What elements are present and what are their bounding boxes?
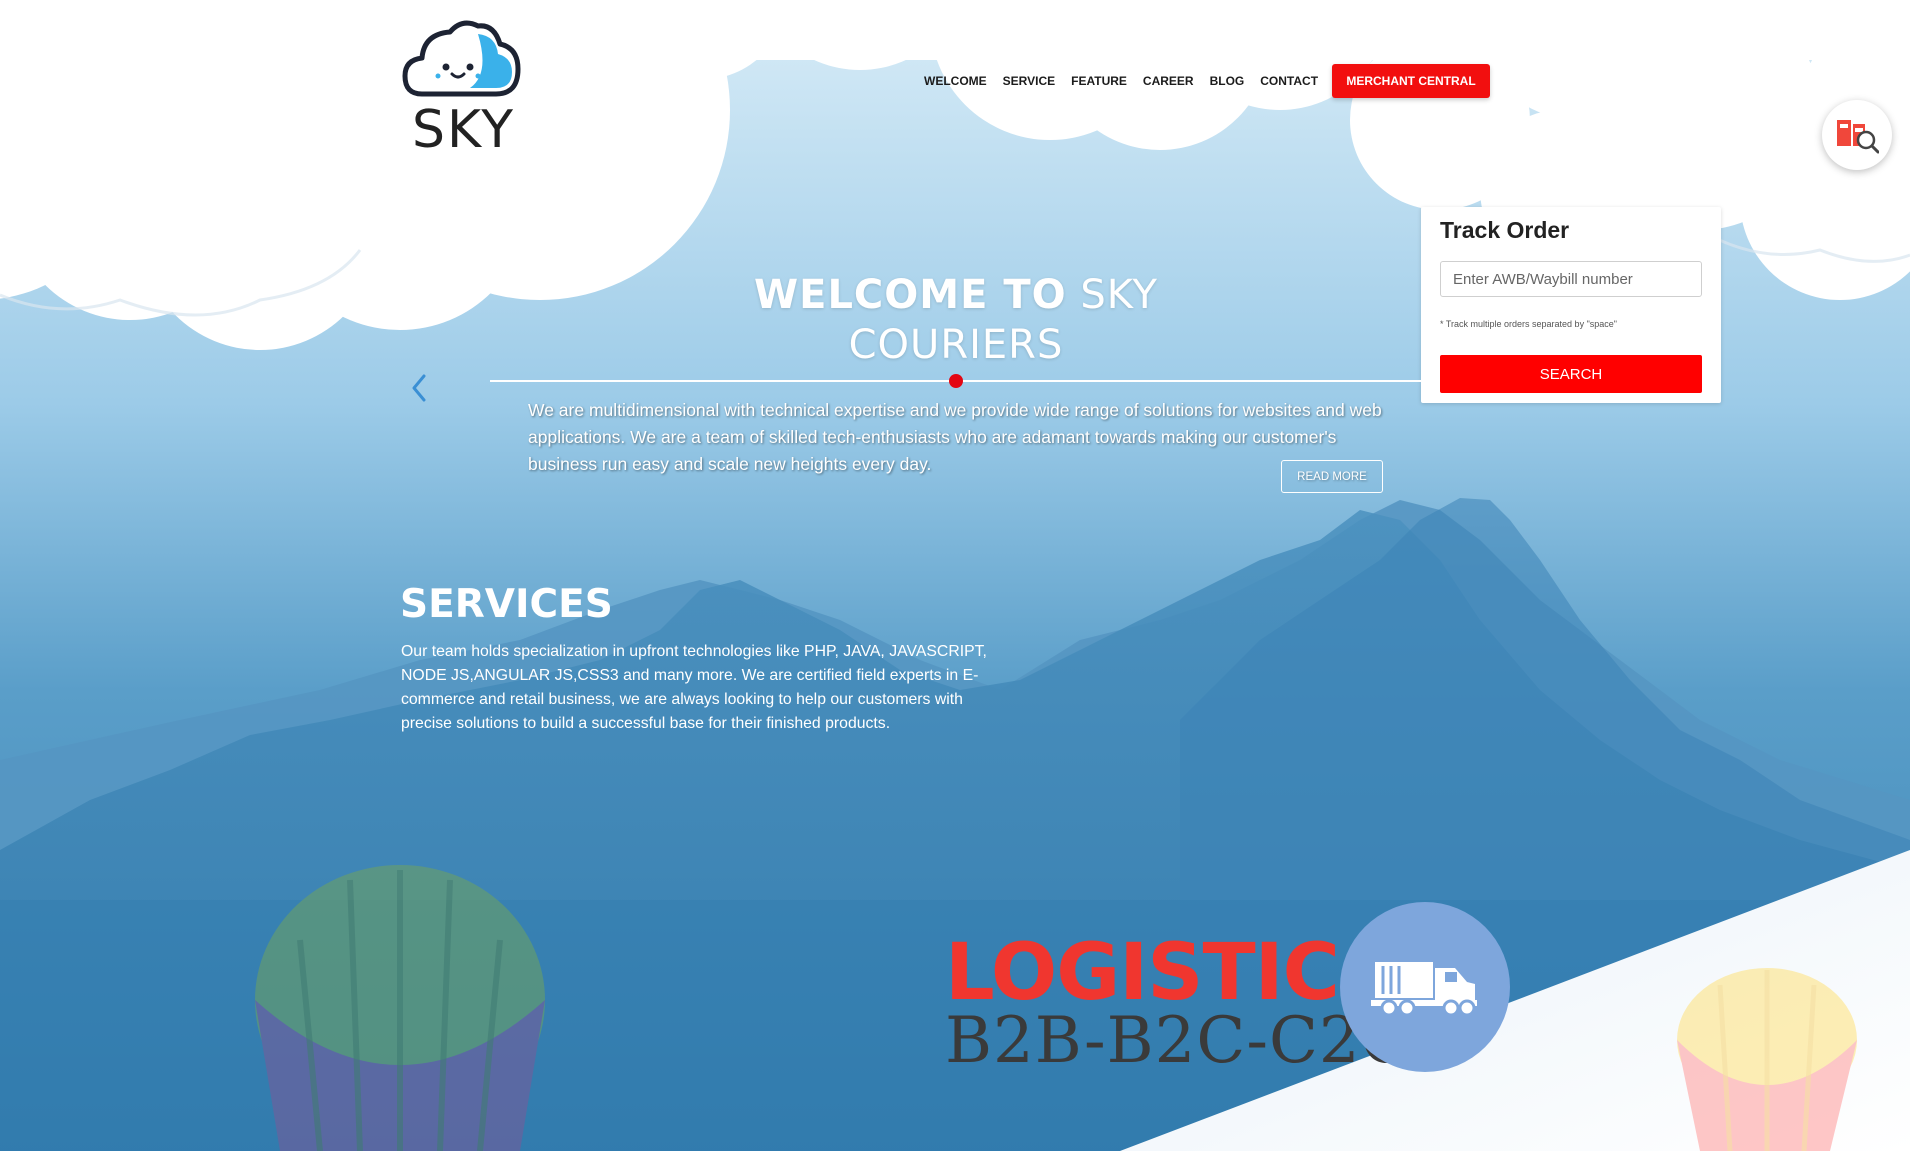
nav-item-blog[interactable]: BLOG — [1202, 74, 1253, 88]
awb-input[interactable] — [1440, 261, 1702, 297]
main-nav: WELCOME SERVICE FEATURE CAREER BLOG CONT… — [916, 74, 1326, 88]
services-heading: SERVICES — [400, 582, 613, 627]
merchant-central-button[interactable]: MERCHANT CENTRAL — [1332, 64, 1490, 98]
page: SKY WELCOME SERVICE FEATURE CAREER BLOG … — [0, 0, 1910, 1151]
nav-item-feature[interactable]: FEATURE — [1063, 74, 1135, 88]
hero-description: We are multidimensional with technical e… — [528, 400, 1382, 474]
track-order-card: Track Order * Track multiple orders sepa… — [1421, 207, 1721, 403]
brand-name: SKY — [412, 100, 516, 160]
services-description: Our team holds specialization in upfront… — [401, 643, 987, 732]
track-search-button[interactable]: SEARCH — [1440, 355, 1702, 393]
package-search-icon — [1837, 120, 1879, 154]
nav-item-service[interactable]: SERVICE — [995, 74, 1063, 88]
track-hint: * Track multiple orders separated by "sp… — [1440, 319, 1617, 329]
nav-item-career[interactable]: CAREER — [1135, 74, 1202, 88]
float-tool-button[interactable] — [1822, 100, 1892, 170]
nav-item-contact[interactable]: CONTACT — [1252, 74, 1326, 88]
read-more-button[interactable]: READ MORE — [1281, 460, 1383, 493]
hero-title-light-1: SKY — [1080, 272, 1158, 318]
hero-title-bold: WELCOME TO — [754, 272, 1067, 318]
track-order-title: Track Order — [1440, 217, 1570, 243]
logistic-subtitle: B2B-B2C-C2C — [945, 1004, 1411, 1078]
truck-icon — [1371, 962, 1477, 1017]
slider-dot[interactable] — [949, 374, 963, 388]
hero-title-light-2: COURIERS — [848, 322, 1064, 368]
nav-item-welcome[interactable]: WELCOME — [916, 74, 995, 88]
truck-badge — [1340, 902, 1510, 1072]
chevron-left-icon[interactable] — [406, 370, 434, 406]
hero-title: WELCOME TO SKY COURIERS — [700, 270, 1212, 370]
